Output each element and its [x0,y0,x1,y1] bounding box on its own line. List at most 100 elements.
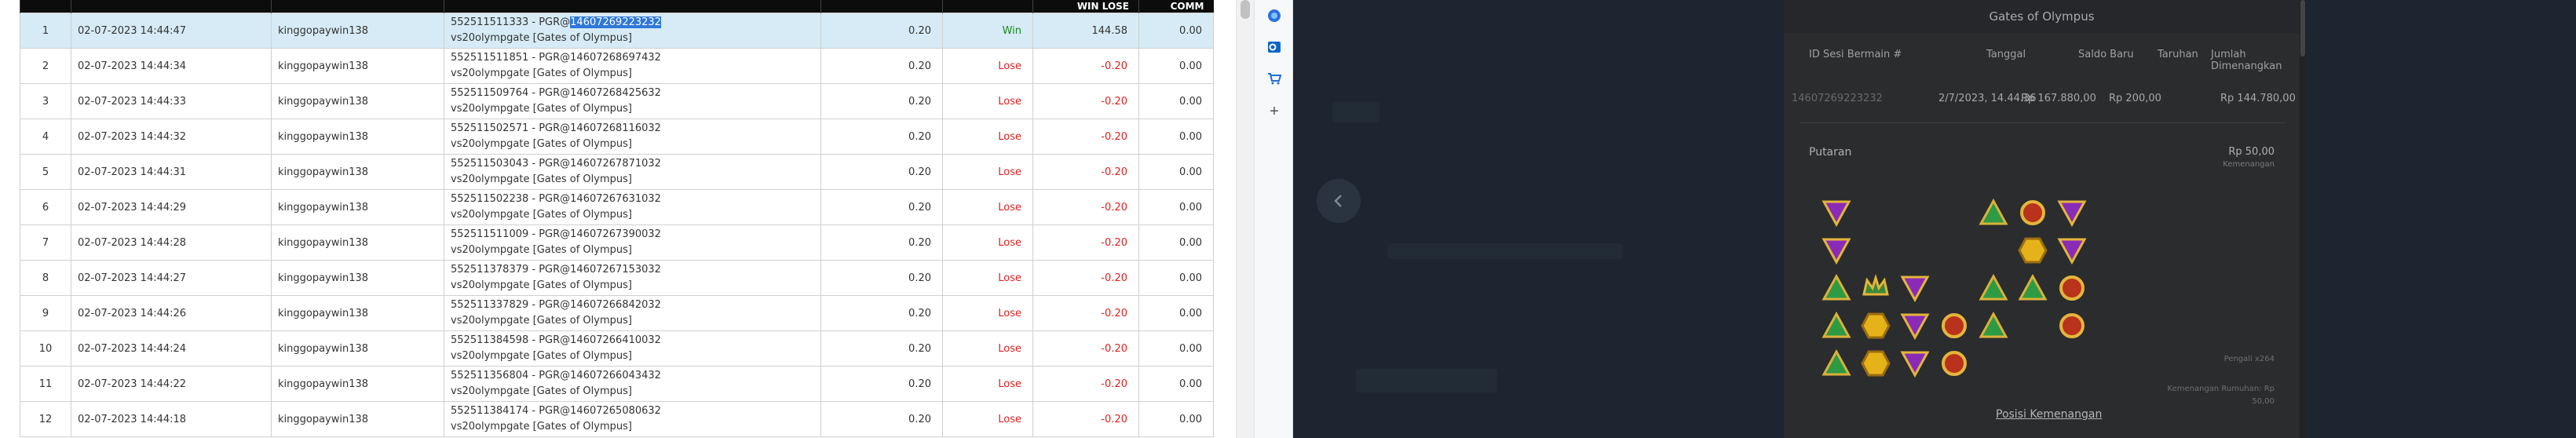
game-round-id[interactable]: 14607266043432 [570,370,661,381]
game-round-id[interactable]: 14607266842032 [570,299,661,311]
outlook-icon[interactable] [1265,38,1284,57]
bet-cell: 0.20 [820,83,943,119]
bet-cell: 0.20 [820,13,943,49]
table-row[interactable]: 10 02-07-2023 14:44:24 kinggopaywin138 5525… [20,330,1214,367]
datetime-cell: 02-07-2023 14:44:33 [71,83,272,119]
row-number: 4 [20,119,71,155]
bet-cell: 0.20 [820,189,943,225]
game-cell: 552511502238 - PGR@14607267631032 vs20oly… [444,189,821,225]
game-name: vs20olympgate [Gates of Olympus] [451,173,632,185]
dialog-title: Gates of Olympus [1784,0,2300,33]
comm-cell: 0.00 [1138,48,1214,84]
column-header [20,0,71,13]
win-positions-link[interactable]: Posisi Kemenangan [1996,408,2102,421]
table-row[interactable]: 11 02-07-2023 14:44:22 kinggopaywin138 5525… [20,366,1214,402]
comm-cell: 0.00 [1138,366,1214,402]
table-row[interactable]: 9 02-07-2023 14:44:26 kinggopaywin138 55251… [20,295,1214,331]
comm-cell: 0.00 [1138,189,1214,225]
table-row[interactable]: 2 02-07-2023 14:44:34 kinggopaywin138 55251… [20,48,1214,84]
winlose-cell: -0.20 [1032,48,1139,84]
game-round-id[interactable]: 14607267871032 [570,158,661,170]
table-row[interactable]: 3 02-07-2023 14:44:33 kinggopaywin138 55251… [20,83,1214,119]
game-name: vs20olympgate [Gates of Olympus] [451,315,632,327]
datetime-cell: 02-07-2023 14:44:22 [71,366,272,402]
ring-symbol-icon [2052,272,2092,305]
session-id-value: 14607269223232 [1792,93,1883,104]
row-number: 1 [20,13,71,49]
column-header [942,0,1033,13]
username-cell: kinggopaywin138 [271,154,444,190]
column-header [444,0,821,13]
game-name: vs20olympgate [Gates of Olympus] [451,244,632,256]
game-name: vs20olympgate [Gates of Olympus] [451,385,632,397]
username-cell: kinggopaywin138 [271,13,444,49]
result-cell: Lose [942,401,1033,437]
game-name: vs20olympgate [Gates of Olympus] [451,350,632,362]
row-number: 10 [20,330,71,367]
winlose-cell: -0.20 [1032,401,1139,437]
game-name: vs20olympgate [Gates of Olympus] [451,209,632,221]
game-cell: 552511511333 - PGR@14607269223232 vs20oly… [444,13,821,49]
dialog-scrollbar[interactable] [2300,0,2306,438]
background-element [1356,369,1497,392]
bet-cell: 0.20 [820,330,943,367]
game-round-id[interactable]: 14607267153032 [570,264,661,276]
game-round-id[interactable]: 14607267631032 [570,193,661,205]
table-row[interactable]: 1 02-07-2023 14:44:47 kinggopaywin138 55251… [20,13,1214,49]
game-name: vs20olympgate [Gates of Olympus] [451,138,632,150]
game-round-id[interactable]: 14607268697432 [570,52,661,64]
crown-symbol-icon [1856,272,1895,305]
game-round-id[interactable]: 14607268116032 [570,122,661,134]
game-cell: 552511509764 - PGR@14607268425632 vs20oly… [444,83,821,119]
tri-purple-symbol-icon [2052,234,2092,267]
dialog-scrollbar-thumb[interactable] [2300,0,2305,57]
game-cell: 552511502571 - PGR@14607268116032 vs20oly… [444,119,821,155]
game-round-prefix: 552511356804 - PGR@ [451,370,571,381]
bet-cell: 0.20 [820,119,943,155]
result-cell: Lose [942,83,1033,119]
game-round-prefix: 552511502238 - PGR@ [451,193,571,205]
background-element [1387,243,1623,259]
add-icon[interactable]: + [1265,102,1284,121]
game-round-id[interactable]: 14607269223232 [570,16,661,28]
chevron-left-icon[interactable] [1317,179,1361,223]
row-number: 2 [20,48,71,84]
game-round-id[interactable]: 14607266410032 [570,334,661,346]
datetime-cell: 02-07-2023 14:44:28 [71,224,272,261]
table-row[interactable]: 12 02-07-2023 14:44:18 kinggopaywin138 5525… [20,401,1214,437]
game-cell: 552511378379 - PGR@14607267153032 vs20oly… [444,260,821,296]
copilot-icon[interactable] [1265,6,1284,25]
comm-cell: 0.00 [1138,295,1214,331]
table-row[interactable]: 5 02-07-2023 14:44:31 kinggopaywin138 55251… [20,154,1214,190]
game-round-id[interactable]: 14607265080632 [570,405,661,417]
scrollbar-thumb[interactable] [1240,0,1250,19]
spin-win-amount: Rp 50,00 [2228,146,2275,158]
session-id-header: ID Sesi Bermain # [1809,49,1902,60]
row-number: 8 [20,260,71,296]
username-cell: kinggopaywin138 [271,48,444,84]
bet-cell: 0.20 [820,260,943,296]
game-round-id[interactable]: 14607268425632 [570,87,661,99]
column-header: COMM [1138,0,1214,13]
comm-cell: 0.00 [1138,83,1214,119]
winlose-cell: -0.20 [1032,366,1139,402]
tri-green-symbol-icon [1817,272,1856,305]
game-detail-dialog: Gates of Olympus ID Sesi Bermain # Tangg… [1784,0,2306,438]
table-row[interactable]: 8 02-07-2023 14:44:27 kinggopaywin138 55251… [20,260,1214,296]
bet-cell: 0.20 [820,295,943,331]
comm-cell: 0.00 [1138,154,1214,190]
username-cell: kinggopaywin138 [271,295,444,331]
table-row[interactable]: 4 02-07-2023 14:44:32 kinggopaywin138 55251… [20,119,1214,155]
column-header: WIN LOSE [1032,0,1139,13]
result-cell: Lose [942,119,1033,155]
shopping-icon[interactable] [1265,69,1284,88]
username-cell: kinggopaywin138 [271,366,444,402]
game-round-id[interactable]: 14607267390032 [570,228,661,240]
winlose-cell: -0.20 [1032,260,1139,296]
table-row[interactable]: 6 02-07-2023 14:44:29 kinggopaywin138 55251… [20,189,1214,225]
column-header [271,0,444,13]
result-cell: Lose [942,330,1033,367]
result-cell: Win [942,13,1033,49]
scrollbar[interactable] [1236,0,1254,438]
table-row[interactable]: 7 02-07-2023 14:44:28 kinggopaywin138 55251… [20,224,1214,261]
